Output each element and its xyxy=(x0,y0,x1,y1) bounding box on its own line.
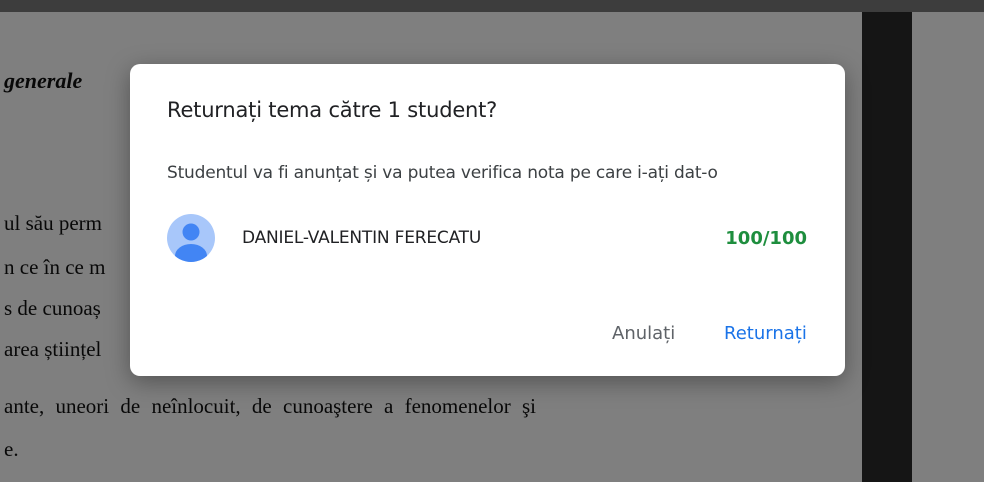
person-avatar-icon xyxy=(167,214,215,262)
dialog-title: Returnați tema către 1 student? xyxy=(167,98,498,122)
return-button[interactable]: Returnați xyxy=(724,323,807,344)
student-grade: 100/100 xyxy=(725,228,807,249)
student-name: DANIEL-VALENTIN FERECATU xyxy=(242,228,482,248)
cancel-button[interactable]: Anulați xyxy=(612,323,675,344)
return-assignment-dialog: Returnați tema către 1 student? Studentu… xyxy=(130,64,845,376)
student-row: DANIEL-VALENTIN FERECATU 100/100 xyxy=(167,214,807,264)
dialog-message: Studentul va fi anunțat și va putea veri… xyxy=(167,163,718,183)
